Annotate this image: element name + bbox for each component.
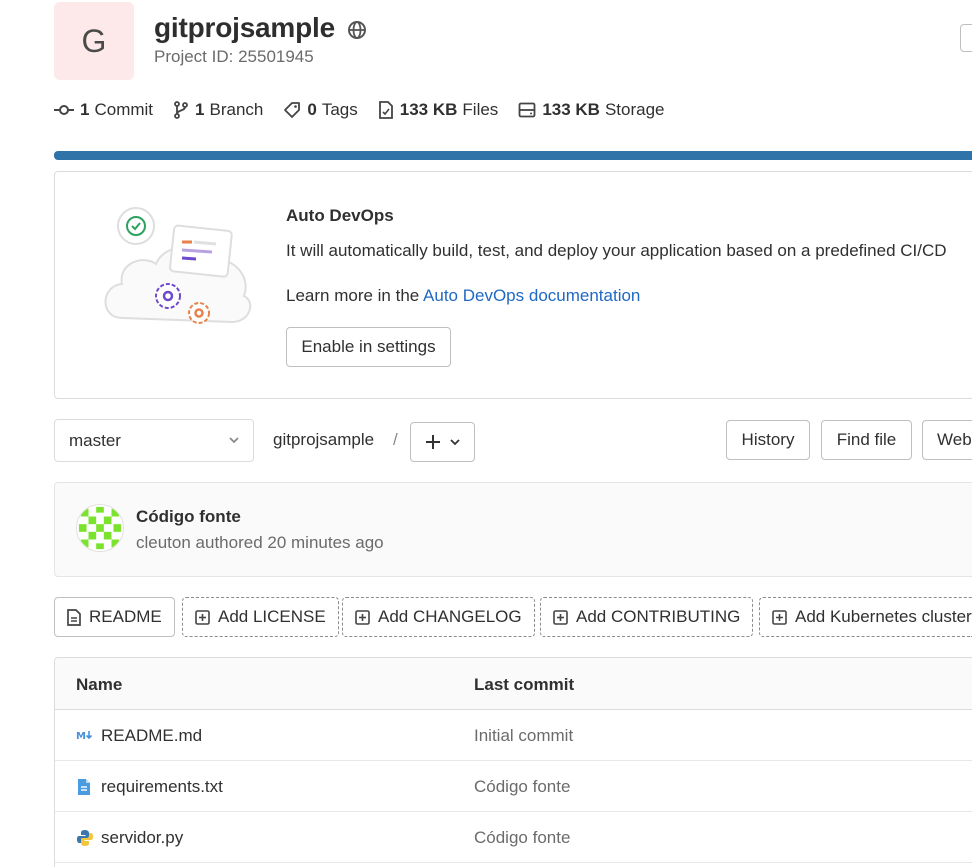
enable-in-settings-button[interactable]: Enable in settings: [286, 327, 451, 367]
file-name-link[interactable]: README.md: [101, 726, 202, 746]
plus-square-icon: [772, 609, 787, 625]
add-contributing-label: Add CONTRIBUTING: [576, 607, 741, 626]
branches-label: Branch: [209, 100, 264, 119]
add-contributing-button[interactable]: Add CONTRIBUTING: [540, 597, 754, 637]
add-changelog-button[interactable]: Add CHANGELOG: [342, 597, 535, 637]
breadcrumb-separator: /: [393, 430, 398, 449]
project-stats: 1 Commit 1 Branch 0 Tags 133 KB Files 133 KB…: [54, 100, 685, 120]
last-commit-card: [54, 482, 972, 577]
table-header: Name Last commit: [55, 658, 972, 710]
svg-text:M: M: [76, 731, 86, 742]
file-last-commit-link[interactable]: Initial commit: [474, 726, 573, 746]
commit-icon: [54, 105, 74, 115]
storage-label: Storage: [604, 100, 665, 119]
plus-icon: [425, 435, 440, 449]
breadcrumb-project[interactable]: gitprojsample: [273, 430, 374, 450]
find-file-button[interactable]: Find file: [821, 420, 912, 460]
project-id: Project ID: 25501945: [154, 47, 314, 66]
add-changelog-label: Add CHANGELOG: [378, 607, 522, 626]
plus-square-icon: [553, 609, 568, 625]
add-license-button[interactable]: Add LICENSE: [182, 597, 339, 637]
add-kubernetes-cluster-button[interactable]: Add Kubernetes cluster: [759, 597, 972, 637]
chevron-down-icon: [449, 439, 460, 446]
branches-count: 1: [195, 100, 205, 119]
files-size: 133 KB: [399, 100, 458, 119]
file-text-icon: [67, 608, 81, 626]
project-title[interactable]: gitprojsample: [154, 12, 335, 44]
readme-button[interactable]: README: [54, 597, 175, 637]
files-label: Files: [462, 100, 499, 119]
files-stat[interactable]: 133 KB Files: [378, 100, 499, 120]
table-row[interactable]: servidor.py Código fonte: [55, 812, 972, 863]
branch-selector-value: master: [69, 430, 121, 450]
auto-devops-learn-more: Learn more in the Auto DevOps documentat…: [286, 286, 640, 306]
file-tree-table: Name Last commit M README.md Initial com…: [54, 657, 972, 867]
file-name-link[interactable]: requirements.txt: [101, 777, 223, 797]
readme-label: README: [89, 607, 162, 626]
auto-devops-docs-link[interactable]: Auto DevOps documentation: [423, 286, 640, 305]
column-header-name: Name: [76, 675, 123, 694]
commit-meta: cleuton authored 20 minutes ago: [136, 533, 384, 552]
add-to-tree-dropdown[interactable]: [410, 422, 475, 462]
branch-selector[interactable]: master: [54, 419, 254, 462]
column-header-last-commit: Last commit: [474, 675, 575, 694]
branch-icon: [174, 101, 188, 119]
chevron-down-icon: [229, 437, 239, 444]
python-icon: [77, 830, 93, 846]
plus-square-icon: [195, 609, 210, 625]
plus-square-icon: [355, 609, 370, 625]
project-avatar: G: [54, 2, 134, 80]
tags-stat[interactable]: 0 Tags: [283, 100, 358, 120]
tags-count: 0: [307, 100, 317, 119]
globe-icon: [348, 21, 366, 39]
commits-label: Commit: [94, 100, 154, 119]
branches-stat[interactable]: 1 Branch: [173, 100, 263, 120]
commits-count: 1: [80, 100, 90, 119]
commit-title[interactable]: Código fonte: [136, 507, 241, 527]
storage-usage-bar: [54, 151, 972, 160]
auto-devops-description: It will automatically build, test, and d…: [286, 241, 947, 260]
storage-icon: [518, 102, 536, 118]
table-row[interactable]: requirements.txt Código fonte: [55, 761, 972, 812]
auto-devops-illustration: [104, 207, 252, 324]
auto-devops-title: Auto DevOps: [286, 206, 394, 225]
history-button[interactable]: History: [726, 420, 810, 460]
tags-label: Tags: [321, 100, 358, 119]
commits-stat[interactable]: 1 Commit: [54, 100, 153, 120]
web-ide-button[interactable]: Web: [922, 420, 972, 460]
file-last-commit-link[interactable]: Código fonte: [474, 828, 570, 848]
add-kubernetes-label: Add Kubernetes cluster: [795, 607, 972, 626]
file-icon: [378, 101, 393, 119]
learn-more-prefix: Learn more in the: [286, 286, 424, 305]
header-action-button[interactable]: [960, 24, 972, 52]
storage-size: 133 KB: [542, 100, 600, 119]
add-license-label: Add LICENSE: [218, 607, 326, 626]
text-file-icon: [78, 779, 90, 795]
storage-stat[interactable]: 133 KB Storage: [518, 100, 665, 120]
markdown-icon: M: [76, 731, 93, 742]
file-last-commit-link[interactable]: Código fonte: [474, 777, 570, 797]
commit-author-avatar[interactable]: [76, 504, 124, 552]
file-name-link[interactable]: servidor.py: [101, 828, 183, 848]
project-avatar-letter: G: [81, 22, 107, 59]
tag-icon: [284, 102, 301, 118]
table-row[interactable]: M README.md Initial commit: [55, 710, 972, 761]
